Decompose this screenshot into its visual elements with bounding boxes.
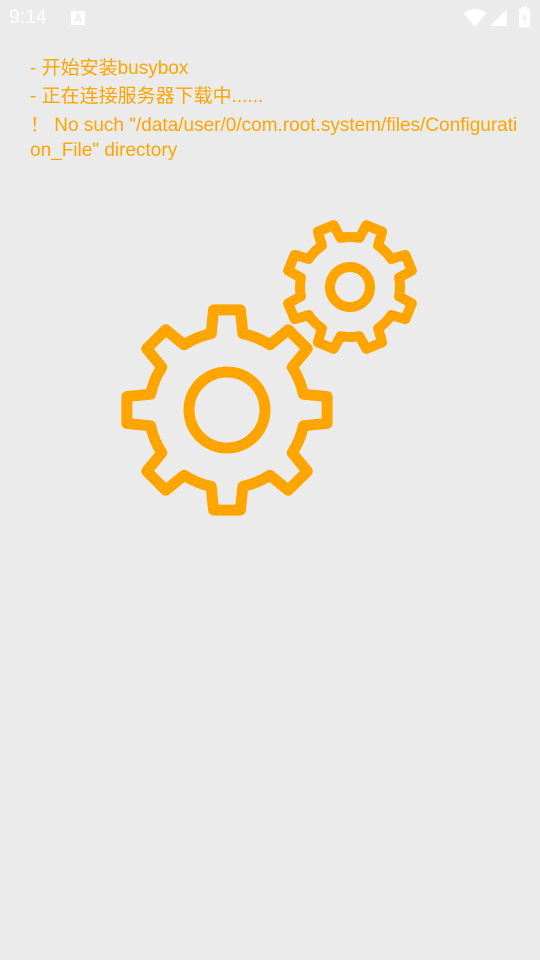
small-gear-icon [283,220,417,354]
gear-small-hub [325,262,375,312]
gear-large-outline [121,304,333,516]
large-gear-icon [121,304,333,516]
gear-large-hub [183,366,271,454]
gears-icon [121,220,417,516]
gear-small-outline [283,220,417,354]
